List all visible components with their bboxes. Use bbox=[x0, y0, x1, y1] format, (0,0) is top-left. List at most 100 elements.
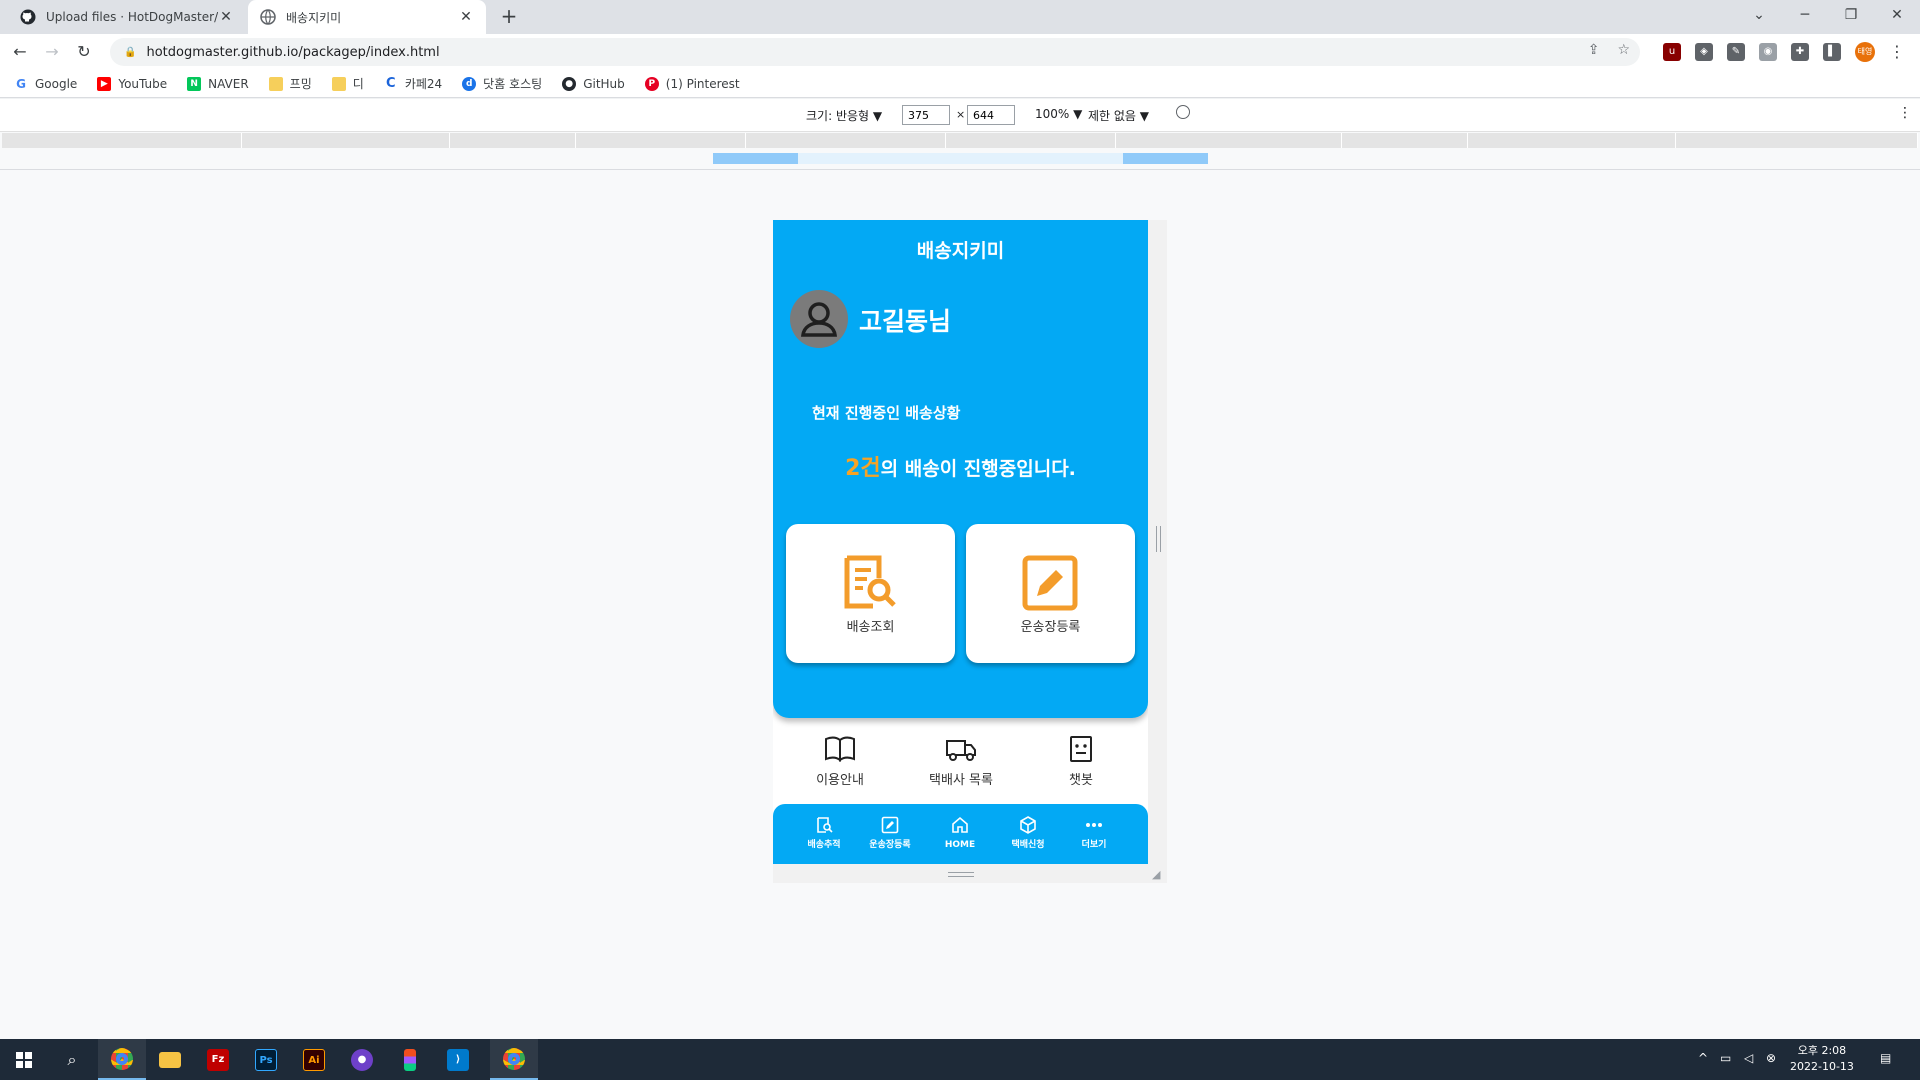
bookmark-pinterest[interactable]: P (1) Pinterest bbox=[644, 76, 740, 91]
menu-kebab-icon[interactable]: ⋮ bbox=[1885, 41, 1909, 65]
taskbar-filezilla[interactable]: Fz bbox=[194, 1039, 242, 1080]
search-button[interactable]: ⌕ bbox=[48, 1039, 96, 1080]
media-query-segment[interactable] bbox=[746, 133, 946, 148]
nav-item-pickup-request[interactable]: 택배신청 bbox=[998, 816, 1058, 851]
bookmark-folder-di[interactable]: 디 bbox=[331, 75, 364, 92]
tab-baesong[interactable]: 배송지키미 ✕ bbox=[248, 0, 486, 34]
clock[interactable]: 오후 2:08 2022-10-13 bbox=[1790, 1043, 1854, 1075]
filezilla-icon: Fz bbox=[207, 1048, 229, 1071]
new-tab-button[interactable]: + bbox=[498, 6, 520, 28]
status-count: 2건 bbox=[845, 456, 881, 481]
nav-item-home[interactable]: HOME bbox=[930, 816, 990, 851]
quick-link-chatbot[interactable]: 챗봇 bbox=[1026, 735, 1136, 788]
bookmark-dothome[interactable]: d 닷홈 호스팅 bbox=[462, 75, 542, 92]
taskbar-illustrator[interactable]: Ai bbox=[290, 1039, 338, 1080]
media-query-segment[interactable] bbox=[946, 133, 1116, 148]
zoom-dropdown[interactable]: 100% ▼ bbox=[1035, 107, 1082, 121]
times-sign: × bbox=[956, 108, 966, 121]
taskbar-photoshop[interactable]: Ps bbox=[242, 1039, 290, 1080]
resize-handle-right[interactable] bbox=[1156, 526, 1161, 552]
home-icon bbox=[952, 816, 968, 833]
register-waybill-card[interactable]: 운송장등록 bbox=[966, 524, 1135, 663]
url-text: hotdogmaster.github.io/packagep/index.ht… bbox=[146, 44, 440, 60]
bookmark-cafe24[interactable]: C 카페24 bbox=[384, 75, 442, 92]
eyedropper-extension-icon[interactable]: ✎ bbox=[1727, 43, 1745, 61]
vscode-icon: ⟩ bbox=[447, 1048, 469, 1071]
profile-avatar[interactable]: 태영 bbox=[1855, 42, 1875, 62]
extension-icon[interactable]: ◈ bbox=[1695, 43, 1713, 61]
taskbar-explorer[interactable] bbox=[146, 1039, 194, 1080]
notification-icon[interactable]: ▤ bbox=[1880, 1051, 1891, 1065]
height-input[interactable] bbox=[967, 105, 1015, 125]
search-document-icon bbox=[817, 817, 833, 833]
tab-search-icon[interactable]: ⌄ bbox=[1736, 0, 1782, 30]
tab-upload-files[interactable]: Upload files · HotDogMaster/Pa ✕ bbox=[8, 0, 246, 34]
nav-item-more[interactable]: 더보기 bbox=[1064, 816, 1124, 851]
status-x-icon[interactable]: ⊗ bbox=[1766, 1051, 1776, 1065]
address-bar[interactable]: 🔒 hotdogmaster.github.io/packagep/index.… bbox=[110, 38, 1640, 66]
resize-handle-corner[interactable]: ◢ bbox=[1152, 868, 1160, 881]
bookmark-folder-peuming[interactable]: 프밍 bbox=[268, 75, 312, 92]
taskbar-vscode[interactable]: ⟩ bbox=[434, 1039, 482, 1080]
card-label: 배송조회 bbox=[846, 620, 895, 635]
rotate-icon[interactable] bbox=[1176, 105, 1190, 119]
taskbar-figma[interactable] bbox=[386, 1039, 434, 1080]
forward-button[interactable]: → bbox=[40, 41, 64, 65]
media-query-segment[interactable] bbox=[576, 133, 746, 148]
media-query-segment[interactable] bbox=[242, 133, 450, 148]
back-button[interactable]: ← bbox=[8, 41, 32, 65]
close-tab-icon[interactable]: ✕ bbox=[458, 9, 474, 25]
taskbar-github-desktop[interactable]: ● bbox=[338, 1039, 386, 1080]
media-query-segment[interactable] bbox=[2, 133, 242, 148]
username: 고길동님 bbox=[859, 307, 952, 336]
media-query-range[interactable] bbox=[713, 153, 798, 164]
reload-button[interactable]: ↻ bbox=[72, 41, 96, 65]
nav-item-register[interactable]: 운송장등록 bbox=[860, 816, 920, 851]
camera-extension-icon[interactable]: ◉ bbox=[1759, 43, 1777, 61]
avatar[interactable] bbox=[790, 290, 848, 348]
bookmark-star-icon[interactable]: ☆ bbox=[1617, 42, 1630, 58]
bookmark-naver[interactable]: N NAVER bbox=[187, 76, 249, 91]
cafe24-icon: C bbox=[386, 75, 396, 91]
throttle-dropdown[interactable]: 제한 없음 ▼ bbox=[1088, 107, 1149, 124]
side-panel-icon[interactable]: ▌ bbox=[1823, 43, 1841, 61]
quick-link-courier-list[interactable]: 택배사 목록 bbox=[906, 735, 1016, 788]
bookmark-youtube[interactable]: ▶ YouTube bbox=[97, 76, 167, 91]
taskbar-chrome[interactable] bbox=[98, 1039, 146, 1080]
restore-button[interactable]: ❐ bbox=[1828, 0, 1874, 30]
quick-link-label: 이용안내 bbox=[816, 773, 864, 788]
media-query-segment[interactable] bbox=[1342, 133, 1468, 148]
media-query-segment[interactable] bbox=[450, 133, 576, 148]
start-button[interactable] bbox=[0, 1039, 48, 1080]
quick-link-guide[interactable]: 이용안내 bbox=[785, 735, 895, 788]
track-delivery-card[interactable]: 배송조회 bbox=[786, 524, 955, 663]
network-icon[interactable]: ▭ bbox=[1720, 1051, 1731, 1065]
bookmark-google[interactable]: G Google bbox=[14, 77, 77, 91]
minimize-button[interactable]: ─ bbox=[1782, 0, 1828, 30]
resize-handle-bottom[interactable] bbox=[948, 872, 974, 877]
width-input[interactable] bbox=[902, 105, 950, 125]
ublock-extension-icon[interactable]: u bbox=[1663, 43, 1681, 61]
volume-muted-icon[interactable]: ◁ bbox=[1744, 1051, 1753, 1065]
dimensions-dropdown[interactable]: 크기: 반응형 ▼ bbox=[806, 107, 882, 124]
media-query-segment[interactable] bbox=[1676, 133, 1918, 148]
search-icon: ⌕ bbox=[67, 1049, 77, 1069]
close-tab-icon[interactable]: ✕ bbox=[218, 9, 234, 25]
media-query-range[interactable] bbox=[798, 153, 1123, 164]
bookmark-github[interactable]: ● GitHub bbox=[562, 76, 625, 91]
close-window-button[interactable]: ✕ bbox=[1874, 0, 1920, 30]
media-query-range[interactable] bbox=[1123, 153, 1208, 164]
card-label: 운송장등록 bbox=[1020, 620, 1081, 635]
more-options-icon[interactable]: ⋮ bbox=[1898, 105, 1912, 121]
puzzle-extensions-icon[interactable]: ✚ bbox=[1791, 43, 1809, 61]
youtube-icon: ▶ bbox=[97, 76, 112, 91]
media-query-segment[interactable] bbox=[1116, 133, 1342, 148]
chrome-icon bbox=[111, 1047, 133, 1070]
tray-chevron-icon[interactable]: ^ bbox=[1698, 1051, 1708, 1065]
edit-icon bbox=[1022, 555, 1078, 611]
media-query-segment[interactable] bbox=[1468, 133, 1676, 148]
taskbar-chrome-2[interactable] bbox=[490, 1039, 538, 1080]
share-icon[interactable]: ⇪ bbox=[1588, 42, 1600, 58]
search-document-icon bbox=[844, 555, 896, 609]
nav-item-tracking[interactable]: 배송추적 bbox=[794, 816, 854, 851]
